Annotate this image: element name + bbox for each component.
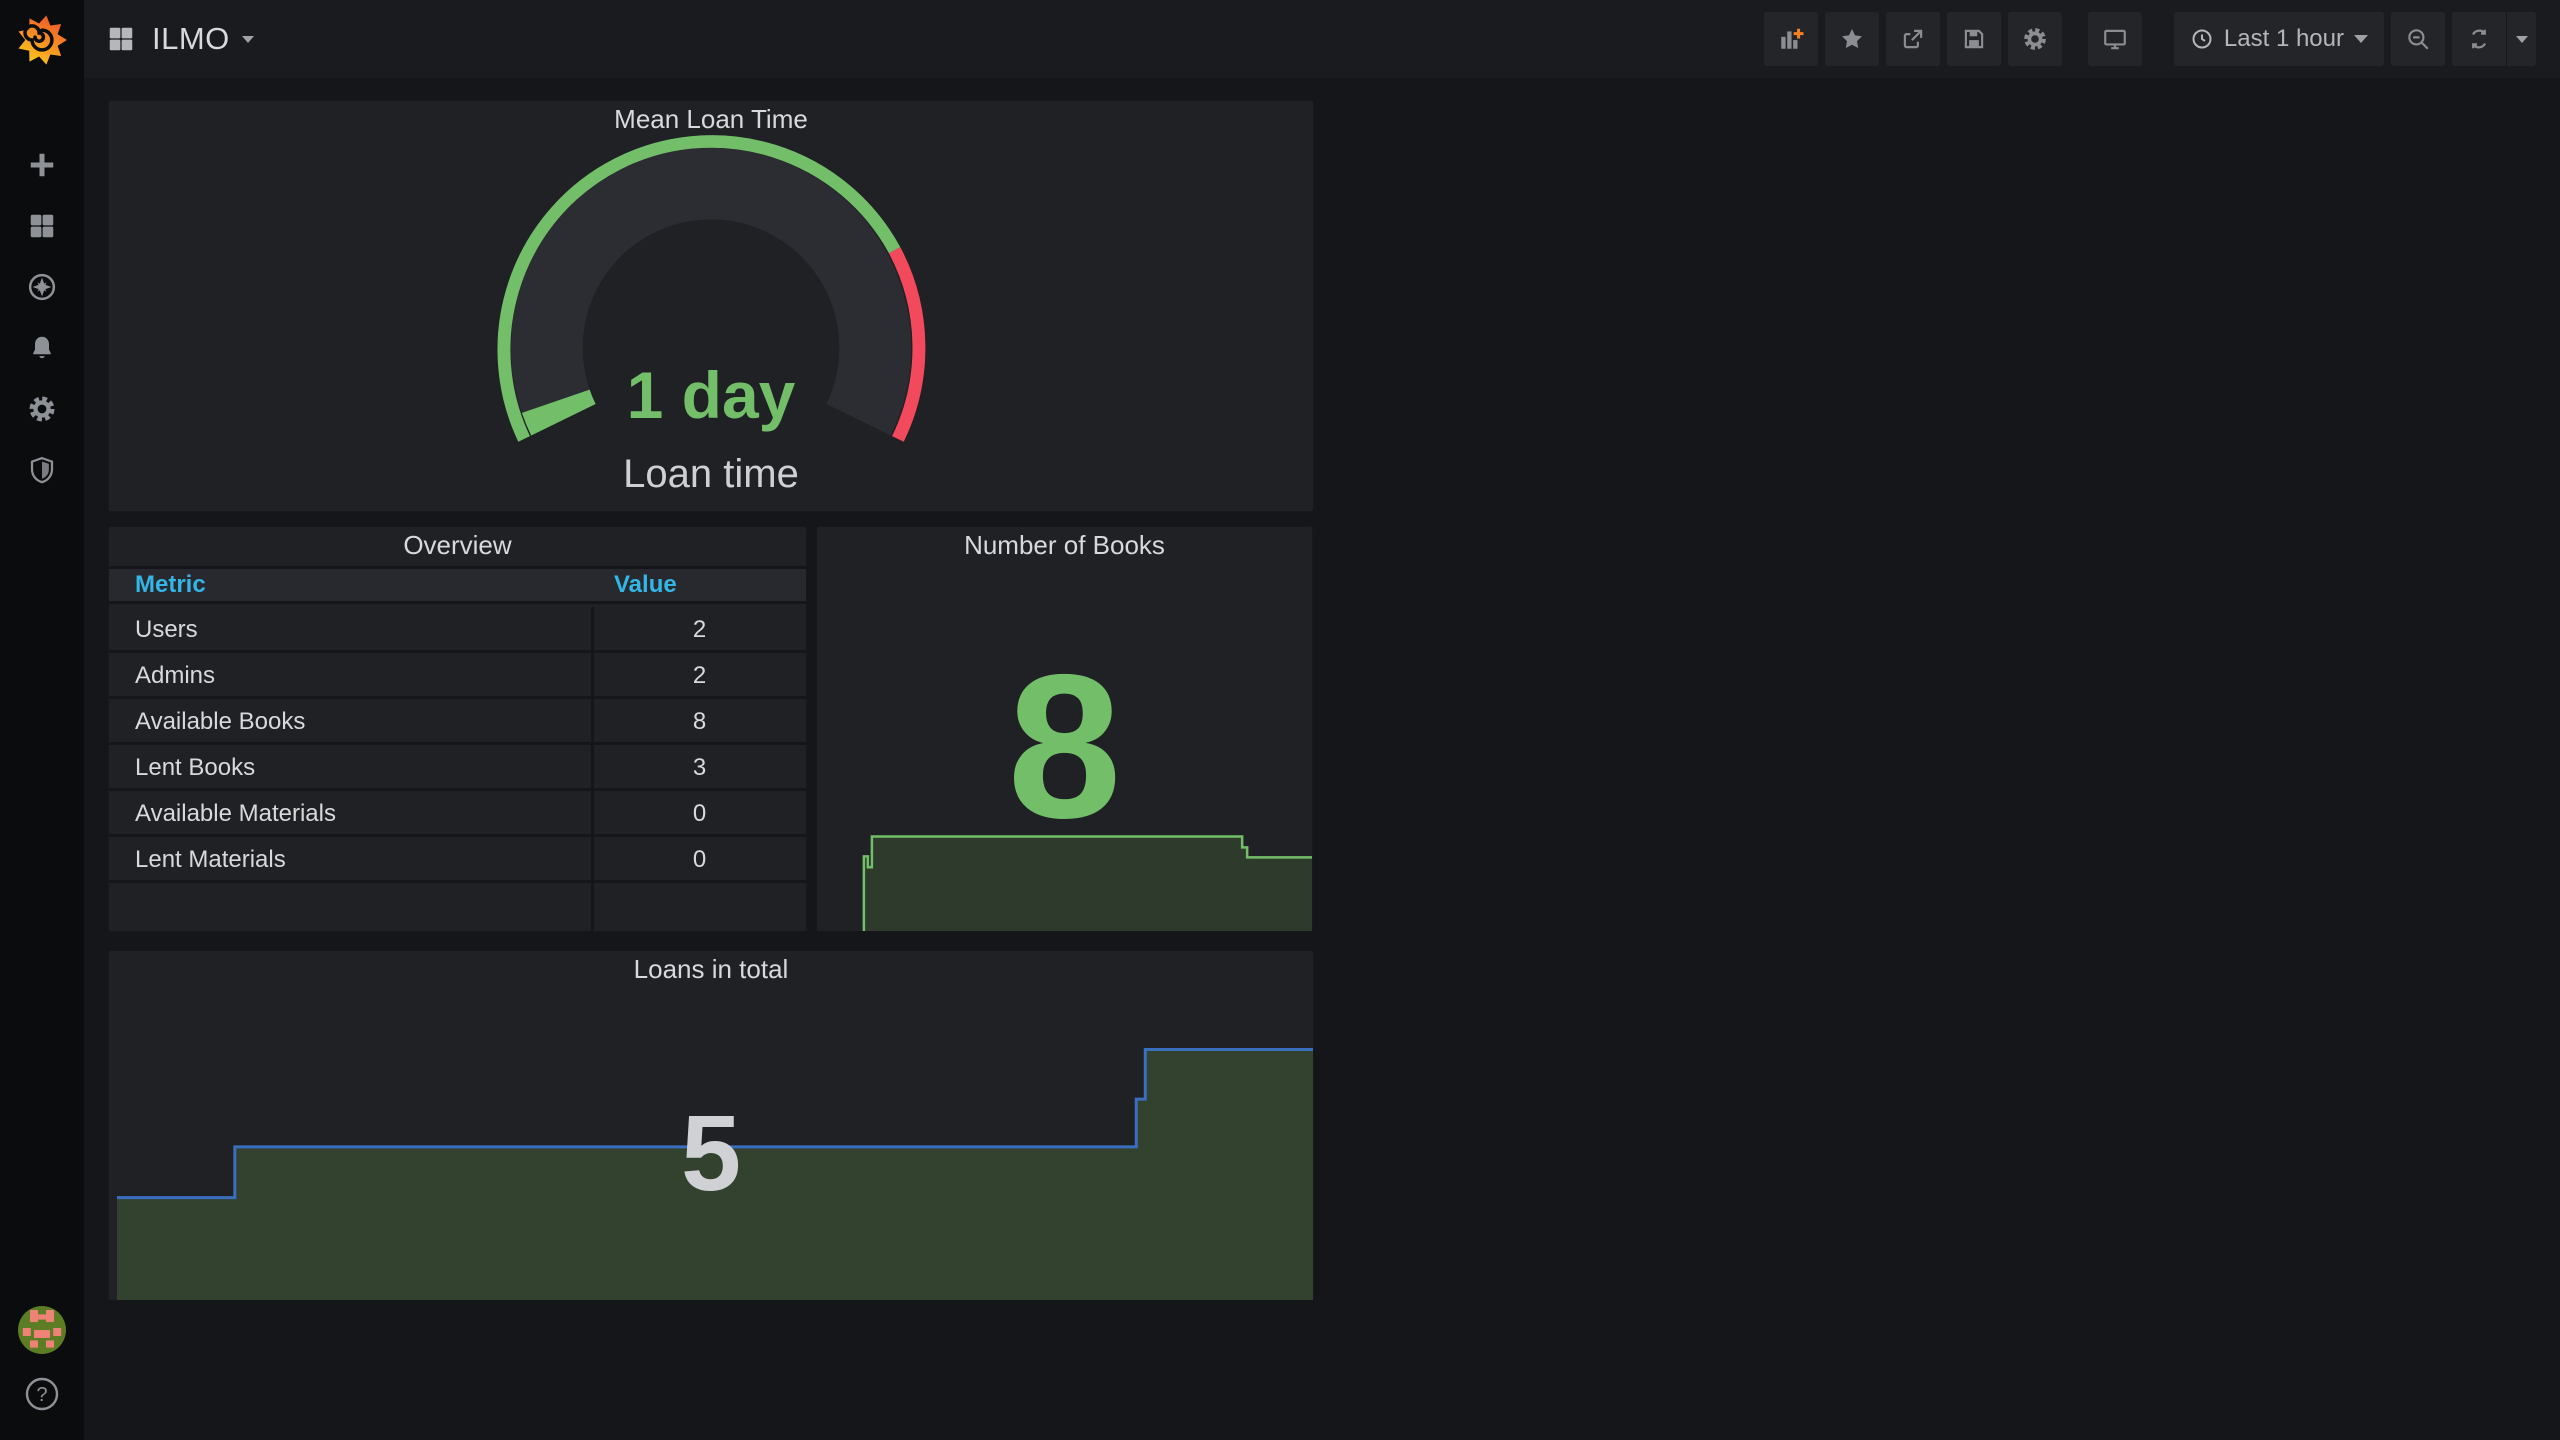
- sidebar-menu: [26, 149, 58, 486]
- column-divider: [591, 607, 594, 931]
- metric-cell: Lent Materials: [135, 846, 286, 873]
- plus-icon: [30, 153, 54, 177]
- alerting-button[interactable]: [26, 332, 58, 364]
- metric-cell: Users: [135, 616, 198, 643]
- metric-cell: Available Materials: [135, 800, 336, 827]
- panel-title[interactable]: Number of Books: [817, 527, 1312, 563]
- avatar-image: [18, 1306, 66, 1354]
- table-row: Users 2: [109, 607, 806, 653]
- table-header: Metric Value: [109, 566, 806, 604]
- main-area: ILMO Last 1 hour Mean Loan Time 1 day Lo…: [84, 0, 2560, 1440]
- user-avatar[interactable]: [18, 1306, 66, 1354]
- server-admin-button[interactable]: [26, 454, 58, 486]
- table-body: Users 2 Admins 2 Available Books 8 Lent …: [109, 607, 806, 931]
- refresh-interval-dropdown[interactable]: [2506, 12, 2536, 66]
- panel-number-of-books: Number of Books 8: [816, 526, 1313, 932]
- panel-mean-loan-time: Mean Loan Time 1 day Loan time: [108, 100, 1314, 512]
- compass-icon: [28, 273, 56, 301]
- share-icon: [1903, 29, 1923, 49]
- bar-chart-plus-icon: [1781, 28, 1804, 49]
- gauge-label: Loan time: [623, 452, 799, 496]
- table-row: Available Books 8: [109, 699, 806, 745]
- dashboard-title-dropdown[interactable]: ILMO: [152, 21, 254, 57]
- value-cell: 0: [692, 846, 707, 873]
- panel-title[interactable]: Mean Loan Time: [109, 101, 1313, 137]
- question-mark-icon: ?: [25, 1377, 59, 1411]
- metric-cell: Available Books: [135, 708, 306, 735]
- shield-icon: [30, 456, 54, 484]
- metric-cell: Admins: [135, 662, 216, 689]
- gear-icon: [29, 396, 55, 422]
- refresh-button-group: [2452, 12, 2536, 66]
- dashboard-grid-icon: [109, 27, 133, 51]
- add-panel-button[interactable]: [1763, 12, 1818, 66]
- dashboard-canvas: Mean Loan Time 1 day Loan time Overview …: [84, 78, 2560, 1440]
- table-row: Available Materials 0: [109, 791, 806, 837]
- save-icon: [1964, 29, 1984, 49]
- gear-icon: [2024, 28, 2046, 50]
- bell-icon: [33, 336, 51, 359]
- favorite-button[interactable]: [1824, 12, 1879, 66]
- panel-loans-in-total: Loans in total 5: [108, 950, 1314, 1301]
- help-button[interactable]: ?: [24, 1376, 60, 1412]
- panel-overview: Overview Metric Value Users 2 Admins 2 A…: [108, 526, 807, 932]
- navbar-left: ILMO: [106, 21, 254, 57]
- sidebar-bottom: ?: [18, 1306, 66, 1440]
- stat-value: 8: [1007, 632, 1122, 861]
- explore-button[interactable]: [26, 271, 58, 303]
- value-cell: 3: [692, 754, 707, 781]
- grafana-logo[interactable]: [15, 15, 69, 65]
- caret-down-icon: [2354, 35, 2368, 43]
- sidebar: ?: [0, 0, 84, 1440]
- cycle-view-mode-button[interactable]: [2087, 12, 2142, 66]
- value-cell: 2: [692, 662, 707, 689]
- zoom-out-button[interactable]: [2391, 12, 2445, 66]
- star-icon: [1841, 29, 1862, 48]
- metric-cell: Lent Books: [135, 754, 256, 781]
- navbar-toolbar: Last 1 hour: [1763, 12, 2536, 66]
- refresh-icon: [2472, 29, 2486, 49]
- gauge-value: 1 day: [626, 358, 796, 432]
- svg-text:?: ?: [36, 1384, 47, 1406]
- table-row: Admins 2: [109, 653, 806, 699]
- panel-title[interactable]: Overview: [109, 527, 806, 563]
- dashboards-icon: [30, 214, 54, 238]
- refresh-button[interactable]: [2452, 12, 2506, 66]
- navbar: ILMO Last 1 hour: [84, 0, 2560, 78]
- dashboard-title: ILMO: [152, 21, 230, 56]
- save-button[interactable]: [1946, 12, 2001, 66]
- value-cell: 8: [692, 708, 707, 735]
- stat-value: 5: [680, 1092, 742, 1213]
- caret-down-icon: [241, 35, 254, 43]
- search-minus-icon: [2408, 29, 2429, 50]
- configuration-button[interactable]: [26, 393, 58, 425]
- settings-button[interactable]: [2007, 12, 2062, 66]
- share-button[interactable]: [1885, 12, 1940, 66]
- create-button[interactable]: [26, 149, 58, 181]
- table-row: Lent Materials 0: [109, 837, 806, 883]
- caret-down-icon: [2515, 35, 2528, 43]
- monitor-icon: [2104, 29, 2126, 50]
- dashboards-button[interactable]: [26, 210, 58, 242]
- time-range-label: Last 1 hour: [2223, 25, 2344, 52]
- column-header-value[interactable]: Value: [614, 569, 677, 601]
- value-cell: 2: [692, 616, 707, 643]
- time-range-picker[interactable]: Last 1 hour: [2173, 12, 2384, 66]
- panel-title[interactable]: Loans in total: [109, 951, 1313, 987]
- clock-icon: [2192, 29, 2212, 49]
- table-row: Lent Books 3: [109, 745, 806, 791]
- value-cell: 0: [692, 800, 707, 827]
- column-header-metric[interactable]: Metric: [135, 569, 206, 601]
